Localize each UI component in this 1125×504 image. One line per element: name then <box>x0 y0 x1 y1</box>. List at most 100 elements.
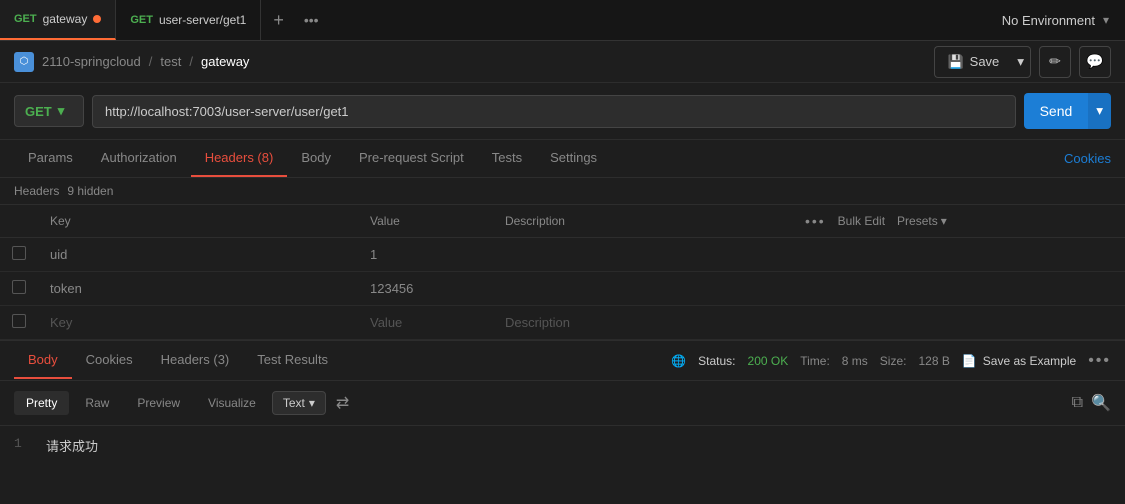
row1-checkbox[interactable] <box>12 246 26 260</box>
env-chevron-icon: ▾ <box>1103 13 1109 27</box>
view-visualize-button[interactable]: Visualize <box>196 391 268 415</box>
wrap-icon: ⇄ <box>336 395 349 412</box>
request-tabs: Params Authorization Headers (8) Body Pr… <box>0 140 1125 178</box>
response-toolbar-right: ⧉ 🔍 <box>1072 393 1111 413</box>
wrap-button[interactable]: ⇄ <box>330 389 355 417</box>
format-chevron-icon: ▾ <box>309 396 315 410</box>
resp-tab-test-results[interactable]: Test Results <box>243 342 342 379</box>
tab-body[interactable]: Body <box>287 140 345 177</box>
row2-desc-cell[interactable] <box>493 272 793 306</box>
method-chevron-icon: ▾ <box>58 103 65 119</box>
breadcrumb: ⬡ 2110-springcloud / test / gateway <box>14 52 249 72</box>
url-bar: GET ▾ Send ▾ <box>0 83 1125 140</box>
save-example-label: Save as Example <box>983 354 1076 368</box>
table-more-dots[interactable]: ••• <box>805 213 826 229</box>
tab-pre-request-script[interactable]: Pre-request Script <box>345 140 478 177</box>
save-button[interactable]: 💾 Save <box>934 46 1011 78</box>
method-select[interactable]: GET ▾ <box>14 95 84 127</box>
workspace-icon: ⬡ <box>14 52 34 72</box>
table-row: token 123456 <box>0 272 1125 306</box>
breadcrumb-current: gateway <box>201 54 249 69</box>
save-caret-button[interactable]: ▾ <box>1011 46 1031 78</box>
tab-more-button[interactable]: ••• <box>296 0 327 40</box>
line-number-1: 1 <box>14 436 34 455</box>
resp-tab-headers[interactable]: Headers (3) <box>147 342 244 379</box>
view-preview-button[interactable]: Preview <box>125 391 192 415</box>
presets-button[interactable]: Presets ▾ <box>897 214 947 228</box>
cookies-link[interactable]: Cookies <box>1064 141 1111 176</box>
save-button-group: 💾 Save ▾ <box>934 46 1031 78</box>
response-tabs-bar: Body Cookies Headers (3) Test Results 🌐 … <box>0 341 1125 381</box>
response-area: Body Cookies Headers (3) Test Results 🌐 … <box>0 340 1125 465</box>
tab-params[interactable]: Params <box>14 140 87 177</box>
row1-check-cell <box>0 238 38 272</box>
env-label: No Environment <box>1002 13 1095 28</box>
view-raw-button[interactable]: Raw <box>73 391 121 415</box>
row3-desc-cell[interactable]: Description <box>493 306 793 340</box>
tab-settings[interactable]: Settings <box>536 140 611 177</box>
response-meta: 🌐 Status: 200 OK Time: 8 ms Size: 128 B … <box>671 352 1111 370</box>
save-example-icon: 📄 <box>962 354 977 368</box>
row2-value-cell[interactable]: 123456 <box>358 272 493 306</box>
breadcrumb-collection[interactable]: test <box>160 54 181 69</box>
response-body-toolbar: Pretty Raw Preview Visualize Text ▾ ⇄ ⧉ … <box>0 381 1125 426</box>
row3-actions-cell <box>793 306 1125 340</box>
headers-sub-label2: 9 hidden <box>67 184 113 198</box>
breadcrumb-bar: ⬡ 2110-springcloud / test / gateway 💾 Sa… <box>0 41 1125 83</box>
row1-actions-cell <box>793 238 1125 272</box>
send-button[interactable]: Send <box>1024 93 1089 129</box>
resp-tab-body[interactable]: Body <box>14 342 72 379</box>
bulk-edit-button[interactable]: Bulk Edit <box>838 214 885 228</box>
comment-button[interactable]: 💬 <box>1079 46 1111 78</box>
response-tabs-list: Body Cookies Headers (3) Test Results <box>14 342 342 379</box>
tab-headers[interactable]: Headers (8) <box>191 140 288 177</box>
time-value: 8 ms <box>842 354 868 368</box>
save-example-button[interactable]: 📄 Save as Example <box>962 354 1076 368</box>
row1-key-cell[interactable]: uid <box>38 238 358 272</box>
response-more-button[interactable]: ••• <box>1088 352 1111 370</box>
row2-checkbox[interactable] <box>12 280 26 294</box>
row2-actions-cell <box>793 272 1125 306</box>
tab-method-1: GET <box>14 13 37 25</box>
send-caret-icon: ▾ <box>1096 103 1103 119</box>
headers-table: Key Value Description ••• Bulk Edit Pres… <box>0 205 1125 340</box>
response-line-1: 请求成功 <box>46 436 98 455</box>
presets-chevron-icon: ▾ <box>941 214 947 228</box>
comment-icon: 💬 <box>1086 53 1103 70</box>
tab-authorization[interactable]: Authorization <box>87 140 191 177</box>
headers-sub-bar: Headers 9 hidden <box>0 178 1125 205</box>
status-value: 200 OK <box>748 354 789 368</box>
col-header-check <box>0 205 38 238</box>
breadcrumb-workspace[interactable]: 2110-springcloud <box>42 54 141 69</box>
format-select[interactable]: Text ▾ <box>272 391 326 415</box>
edit-button[interactable]: ✏ <box>1039 46 1071 78</box>
view-pretty-button[interactable]: Pretty <box>14 391 69 415</box>
tab-method-2: GET <box>130 14 153 26</box>
row3-checkbox[interactable] <box>12 314 26 328</box>
copy-button[interactable]: ⧉ <box>1072 394 1083 412</box>
row3-value-cell[interactable]: Value <box>358 306 493 340</box>
row1-value-cell[interactable]: 1 <box>358 238 493 272</box>
tab-tests[interactable]: Tests <box>478 140 536 177</box>
save-label: Save <box>970 54 1000 69</box>
search-button[interactable]: 🔍 <box>1091 393 1111 413</box>
url-input[interactable] <box>92 95 1016 128</box>
tab-label-2: user-server/get1 <box>159 13 246 27</box>
status-label: Status: <box>698 354 735 368</box>
row3-key-cell[interactable]: Key <box>38 306 358 340</box>
request-tabs-list: Params Authorization Headers (8) Body Pr… <box>14 140 611 177</box>
col-header-key: Key <box>38 205 358 238</box>
resp-tab-cookies[interactable]: Cookies <box>72 342 147 379</box>
tab-userserver[interactable]: GET user-server/get1 <box>116 0 261 40</box>
headers-sub-label1: Headers <box>14 184 59 198</box>
row2-key-cell[interactable]: token <box>38 272 358 306</box>
breadcrumb-actions: 💾 Save ▾ ✏ 💬 <box>934 46 1111 78</box>
tab-add-button[interactable]: + <box>261 0 296 40</box>
tab-label-1: gateway <box>43 12 88 26</box>
size-value: 128 B <box>918 354 949 368</box>
table-row: Key Value Description <box>0 306 1125 340</box>
send-caret-button[interactable]: ▾ <box>1088 93 1111 129</box>
view-buttons: Pretty Raw Preview Visualize Text ▾ ⇄ <box>14 389 355 417</box>
tab-gateway[interactable]: GET gateway <box>0 0 116 40</box>
row1-desc-cell[interactable] <box>493 238 793 272</box>
